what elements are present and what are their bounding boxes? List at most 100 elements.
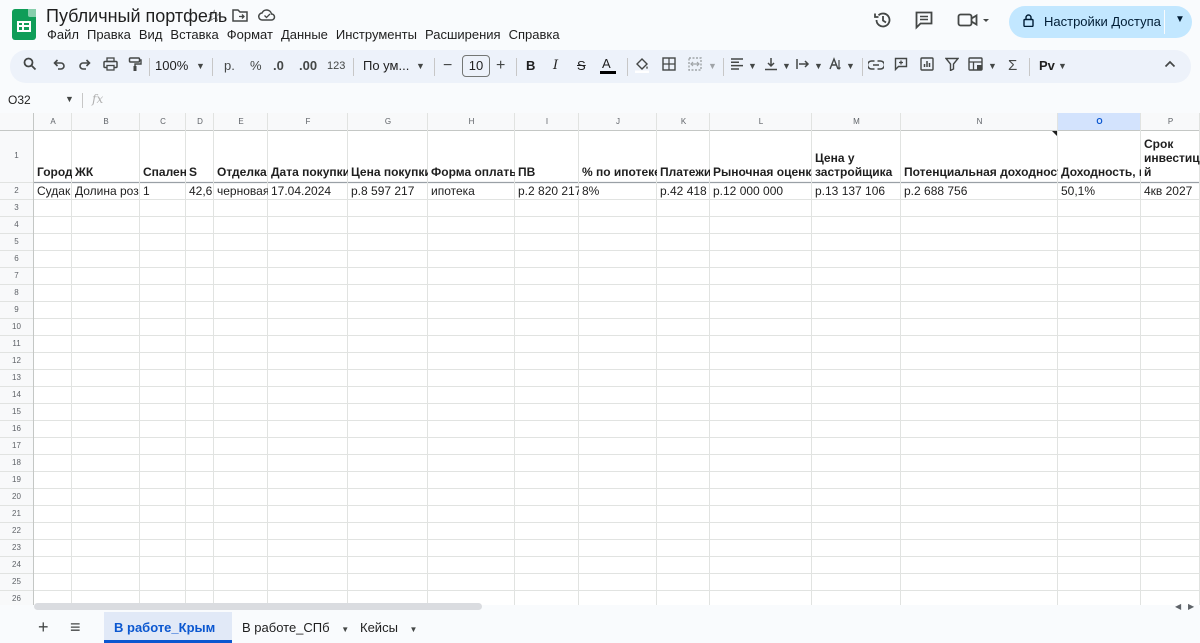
sheet-tab-spb[interactable]: В работе_СПб ▼	[242, 612, 349, 643]
row-header[interactable]: 25	[0, 573, 33, 590]
row-header[interactable]: 21	[0, 505, 33, 522]
sheet-tab-dropdown-icon[interactable]: ▼	[410, 625, 418, 634]
column-header-i[interactable]: I	[515, 113, 579, 131]
row-header[interactable]: 22	[0, 522, 33, 539]
star-icon[interactable]: ☆	[207, 6, 221, 26]
column-header-m[interactable]: M	[812, 113, 901, 131]
search-menus-icon[interactable]	[23, 57, 37, 76]
merge-dropdown-icon[interactable]: ▼	[708, 57, 717, 75]
text-rotation-icon[interactable]	[828, 57, 842, 76]
data-cell-a2[interactable]: Судак	[34, 183, 72, 199]
share-button[interactable]: Настройки Доступа ▼	[1009, 6, 1192, 38]
column-header-h[interactable]: H	[428, 113, 515, 131]
menu-data[interactable]: Данные	[280, 27, 334, 42]
insert-chart-icon[interactable]	[920, 57, 934, 76]
zoom-select[interactable]: 100%	[155, 57, 188, 75]
header-cell-d[interactable]: S	[186, 165, 214, 180]
scroll-right-icon[interactable]: ▶	[1188, 602, 1194, 611]
decrease-decimal-button[interactable]: .0	[273, 57, 284, 75]
header-cell-l[interactable]: Рыночная оценка	[710, 165, 812, 180]
column-header-g[interactable]: G	[348, 113, 428, 131]
row-header[interactable]: 4	[0, 216, 33, 233]
menu-edit[interactable]: Правка	[86, 27, 137, 42]
data-cell-k2[interactable]: р.42 418	[657, 183, 710, 199]
sheet-tab-krym[interactable]: В работе_Крым ▼	[104, 612, 232, 643]
menu-help[interactable]: Справка	[508, 27, 566, 42]
header-cell-p[interactable]: Срок инвестиц й	[1141, 137, 1200, 179]
merge-cells-icon[interactable]	[688, 57, 702, 76]
data-cell-p2[interactable]: 4кв 2027	[1141, 183, 1200, 199]
add-sheet-button[interactable]: +	[38, 612, 49, 643]
row-header[interactable]: 15	[0, 403, 33, 420]
filter-icon[interactable]	[944, 57, 960, 76]
header-cell-g[interactable]: Цена покупки	[348, 165, 428, 180]
italic-button[interactable]: I	[553, 57, 558, 75]
filter-views-dropdown-icon[interactable]: ▼	[988, 57, 997, 75]
row-header[interactable]: 9	[0, 301, 33, 318]
borders-icon[interactable]	[662, 57, 676, 76]
insert-comment-icon[interactable]	[894, 57, 908, 76]
row-header[interactable]: 20	[0, 488, 33, 505]
menu-insert[interactable]: Вставка	[169, 27, 224, 42]
text-color-button[interactable]: A	[600, 55, 616, 74]
column-header-o[interactable]: O	[1058, 113, 1141, 131]
header-cell-j[interactable]: % по ипотеке	[579, 165, 657, 180]
text-wrapping-dropdown-icon[interactable]: ▼	[814, 57, 823, 75]
row-header[interactable]: 3	[0, 199, 33, 216]
row-header[interactable]: 7	[0, 267, 33, 284]
percent-format-button[interactable]: %	[250, 57, 262, 75]
header-cell-b[interactable]: ЖК	[72, 165, 140, 180]
data-cell-e2[interactable]: черновая	[214, 183, 268, 199]
decrease-font-size-button[interactable]: −	[443, 57, 452, 74]
data-cell-l2[interactable]: р.12 000 000	[710, 183, 812, 199]
row-header[interactable]: 13	[0, 369, 33, 386]
row-header[interactable]: 5	[0, 233, 33, 250]
column-header-c[interactable]: C	[140, 113, 186, 131]
data-cell-n2[interactable]: р.2 688 756	[901, 183, 1058, 199]
paint-format-icon[interactable]	[128, 57, 142, 77]
data-cell-c2[interactable]: 1	[140, 183, 186, 199]
column-header-f[interactable]: F	[268, 113, 348, 131]
undo-icon[interactable]	[52, 57, 66, 76]
data-cell-j2[interactable]: 8%	[579, 183, 657, 199]
redo-icon[interactable]	[78, 57, 92, 76]
header-cell-e[interactable]: Отделка	[214, 165, 268, 180]
row-header[interactable]: 6	[0, 250, 33, 267]
column-header-d[interactable]: D	[186, 113, 214, 131]
header-cell-k[interactable]: Платежи	[657, 165, 710, 180]
currency-format-button[interactable]: р.	[224, 57, 235, 75]
header-cell-h[interactable]: Форма оплаты	[428, 165, 515, 180]
font-size-input[interactable]: 10	[462, 55, 490, 77]
row-header[interactable]: 11	[0, 335, 33, 352]
row-header[interactable]: 18	[0, 454, 33, 471]
comments-icon[interactable]	[914, 10, 934, 35]
sheet-tab-dropdown-icon[interactable]: ▼	[341, 625, 349, 634]
row-header[interactable]: 14	[0, 386, 33, 403]
name-box-dropdown-icon[interactable]: ▼	[65, 94, 74, 104]
font-select[interactable]: По ум...	[363, 57, 409, 75]
text-wrapping-icon[interactable]	[796, 57, 810, 76]
insert-link-icon[interactable]	[866, 57, 886, 75]
data-cell-h2[interactable]: ипотека	[428, 183, 515, 199]
document-title[interactable]: Публичный портфель	[46, 6, 227, 27]
share-dropdown-icon[interactable]: ▼	[1175, 14, 1185, 25]
row-header[interactable]: 26	[0, 590, 33, 605]
scroll-left-icon[interactable]: ◀	[1175, 602, 1181, 611]
version-history-icon[interactable]	[873, 10, 893, 35]
fill-color-icon[interactable]	[634, 57, 650, 78]
cloud-saved-icon[interactable]	[258, 8, 276, 25]
horizontal-align-dropdown-icon[interactable]: ▼	[748, 57, 757, 75]
menu-view[interactable]: Вид	[138, 27, 169, 42]
font-dropdown-icon[interactable]: ▼	[416, 57, 425, 75]
increase-decimal-button[interactable]: .00	[299, 57, 317, 75]
spreadsheet-grid[interactable]: A B C D E F G H I J K L M N O P 1 2 3 4 5 6 7 8 9 10 11 12 13 14 15 16 1…	[0, 113, 1200, 605]
input-tools-button[interactable]: Pv	[1039, 57, 1055, 75]
zoom-dropdown-icon[interactable]: ▼	[196, 57, 205, 75]
sheets-logo-icon[interactable]	[12, 9, 36, 40]
menu-extensions[interactable]: Расширения	[424, 27, 507, 42]
data-cell-b2[interactable]: Долина роз	[72, 183, 140, 199]
data-cell-g2[interactable]: р.8 597 217	[348, 183, 428, 199]
data-cell-d2[interactable]: 42,6	[186, 183, 214, 199]
row-header[interactable]: 17	[0, 437, 33, 454]
bold-button[interactable]: B	[526, 57, 535, 75]
